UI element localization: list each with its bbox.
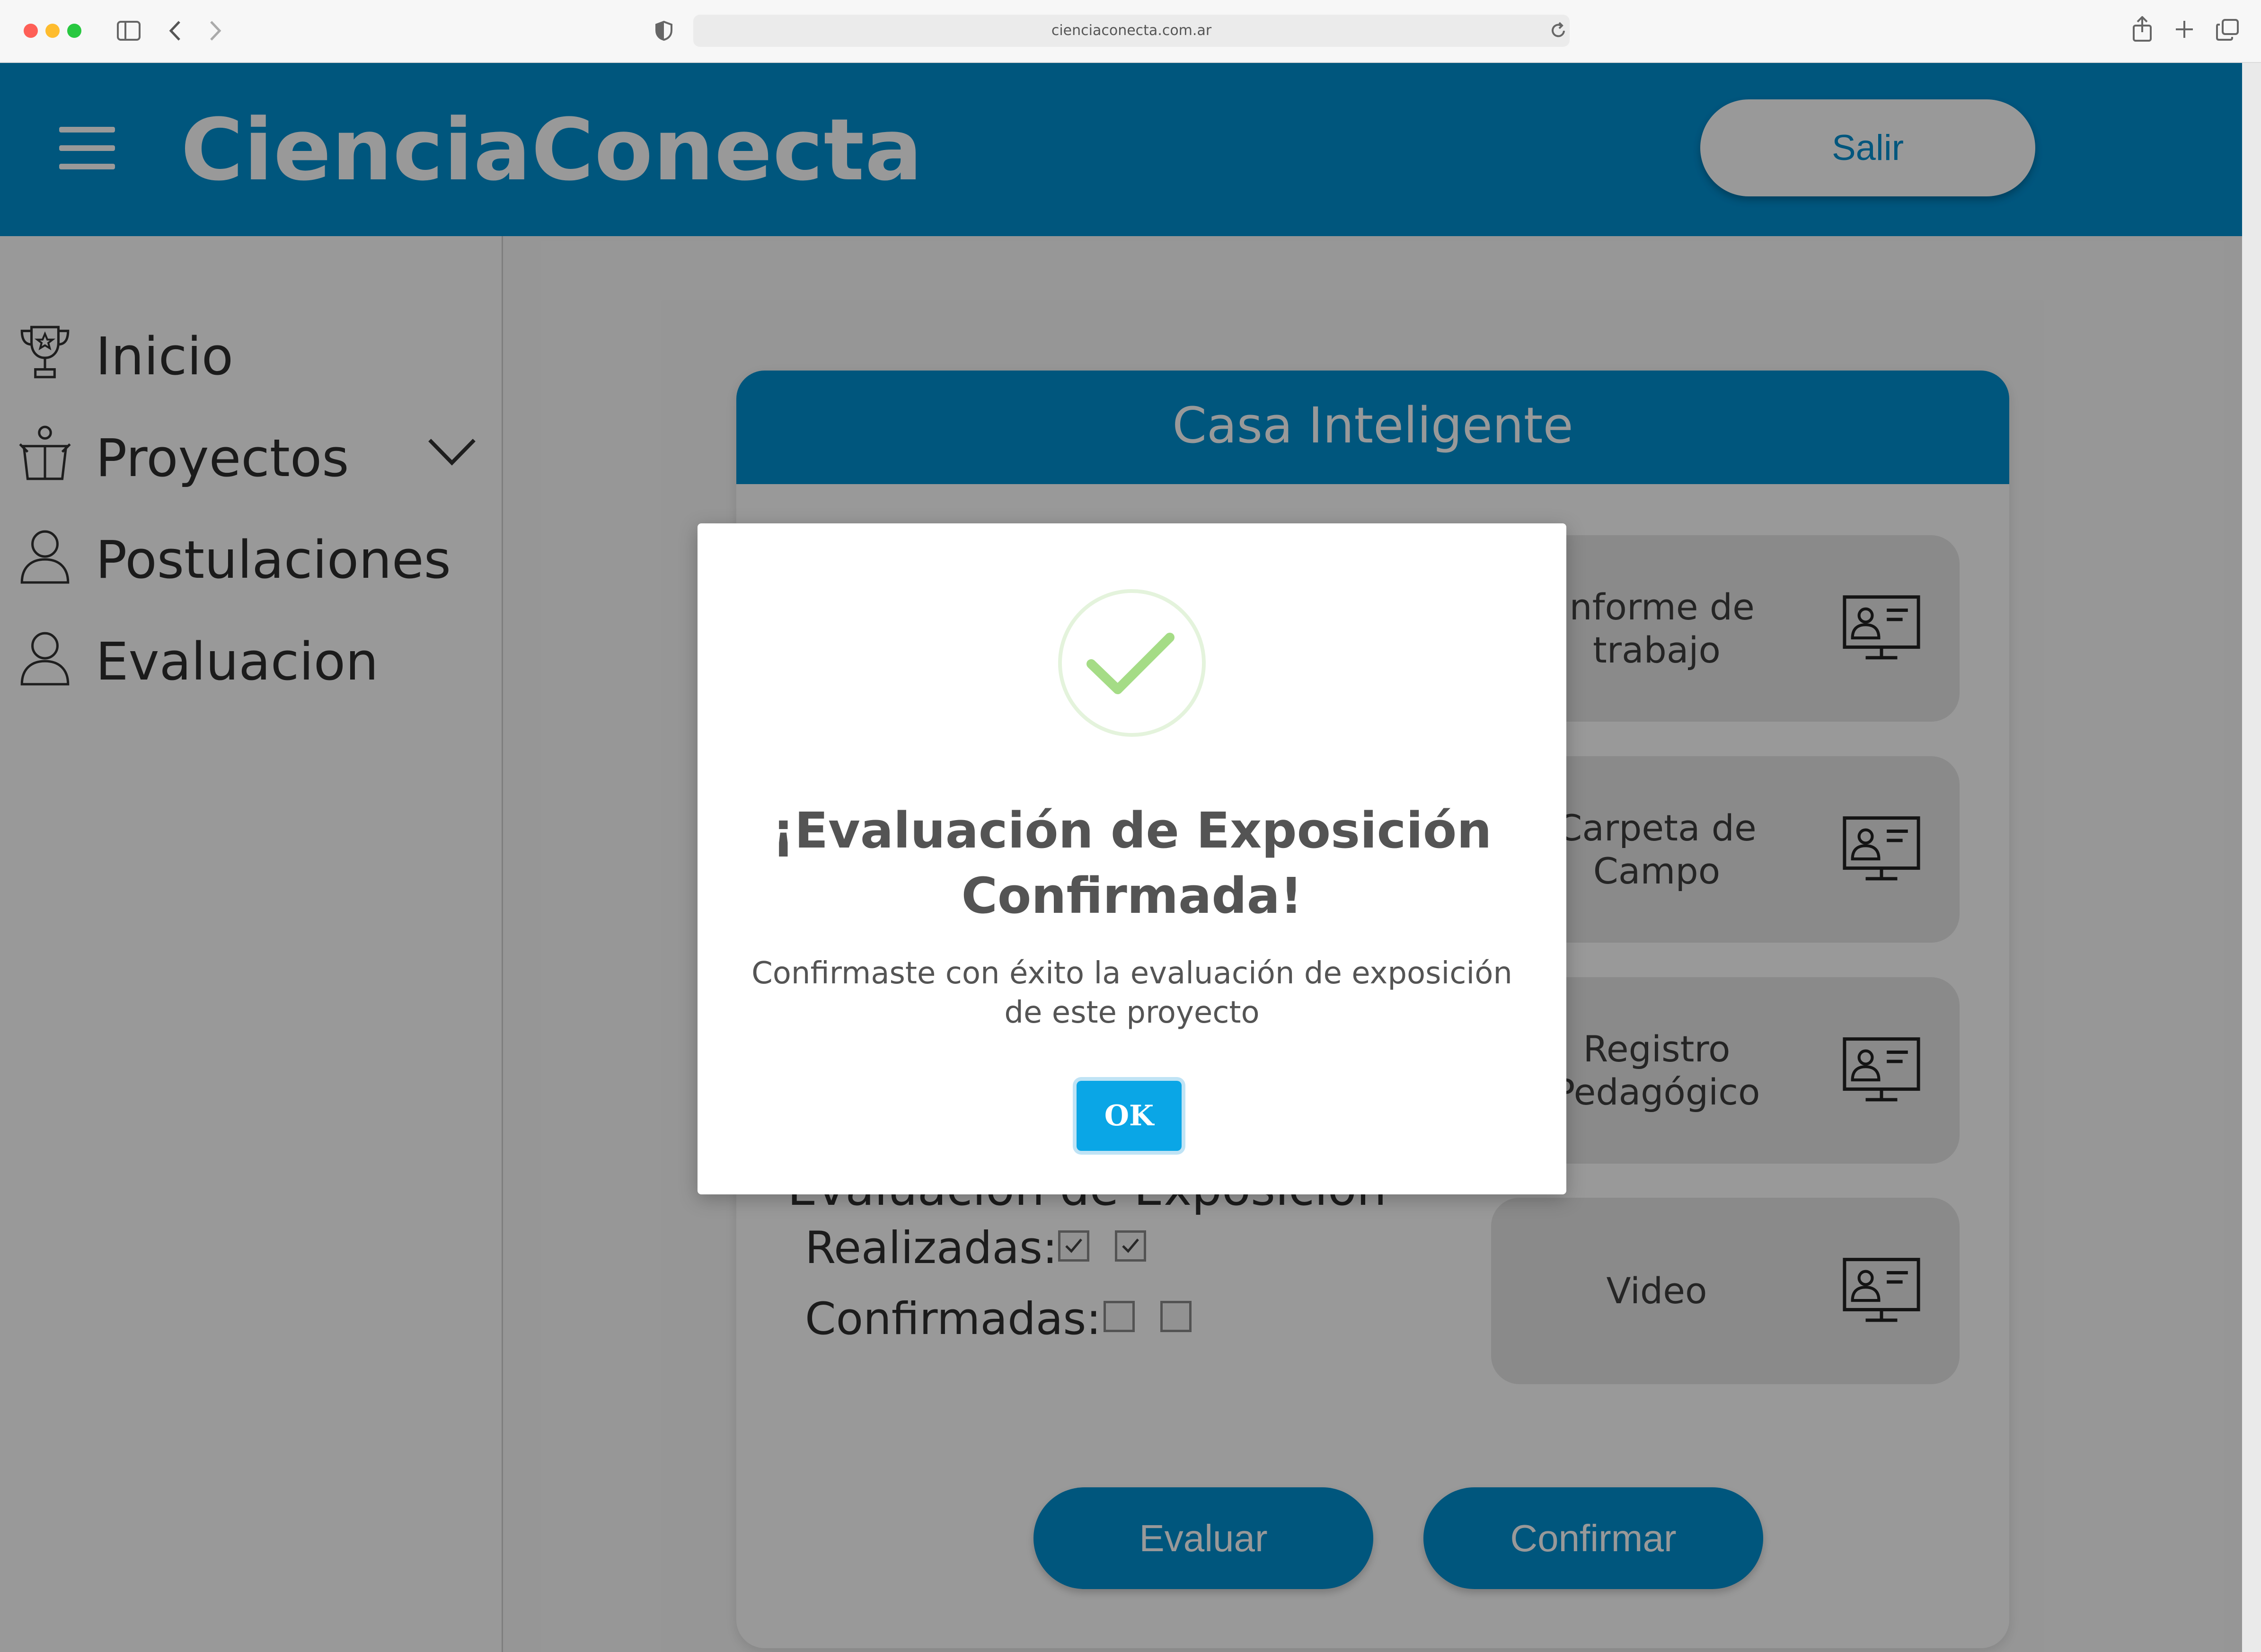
close-window-button[interactable] <box>24 24 38 38</box>
zoom-window-button[interactable] <box>67 24 81 38</box>
forward-icon[interactable] <box>208 20 222 42</box>
new-tab-icon[interactable] <box>2175 20 2194 39</box>
minimize-window-button[interactable] <box>45 24 60 38</box>
ok-button[interactable]: OK <box>1077 1081 1182 1151</box>
address-bar[interactable]: cienciaconecta.com.ar <box>693 15 1570 47</box>
dialog-title: ¡Evaluación de Exposición Confirmada! <box>772 802 1492 925</box>
success-dialog: ¡Evaluación de Exposición Confirmada! Co… <box>698 523 1566 1194</box>
back-icon[interactable] <box>168 20 182 42</box>
tab-overview-icon[interactable] <box>2216 19 2239 41</box>
dialog-message: Confirmaste con éxito la evaluación de e… <box>751 956 1512 1031</box>
browser-toolbar: cienciaconecta.com.ar <box>0 0 2261 63</box>
address-url: cienciaconecta.com.ar <box>1051 22 1212 39</box>
privacy-shield-icon[interactable] <box>655 21 672 41</box>
sidebar-toggle-icon[interactable] <box>117 21 141 41</box>
success-check-icon <box>1058 589 1206 737</box>
share-icon[interactable] <box>2132 16 2153 43</box>
reload-icon[interactable] <box>1550 21 1567 40</box>
